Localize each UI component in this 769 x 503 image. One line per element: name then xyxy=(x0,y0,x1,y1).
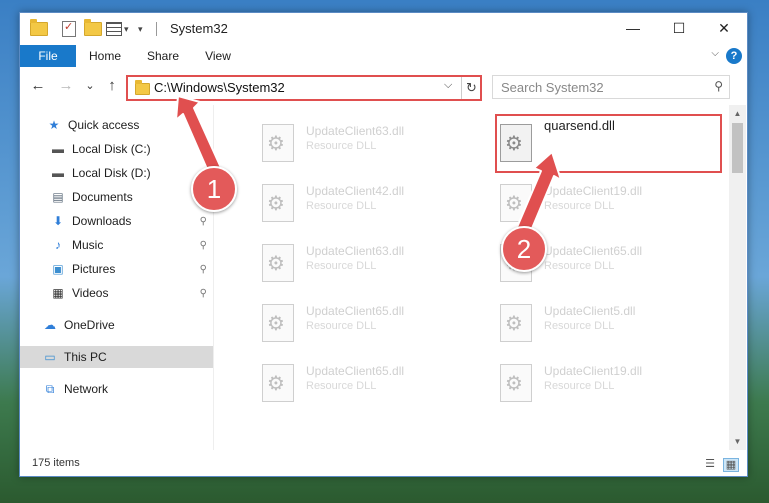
step-badge-1: 1 xyxy=(191,166,237,212)
step-badge-2: 2 xyxy=(501,226,547,272)
callout-arrow-1 xyxy=(175,95,562,239)
